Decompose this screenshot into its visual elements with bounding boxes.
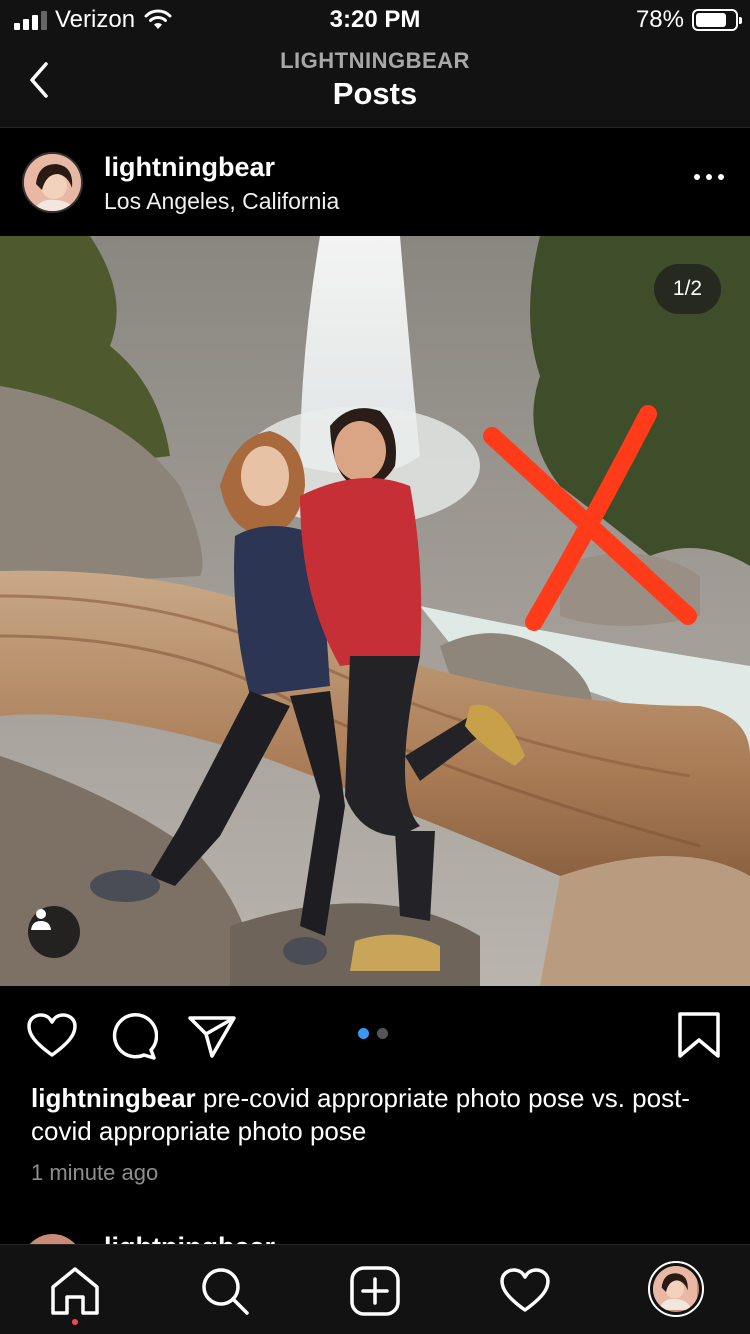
battery-group: 78% [635,6,742,34]
image-counter: 1/2 [654,264,721,314]
next-post-peek: lightningbear [0,1222,750,1244]
battery-icon [692,9,742,31]
more-horizontal-icon[interactable] [694,174,724,180]
comment-icon[interactable] [106,1010,158,1062]
status-bar: Verizon 3:20 PM 78% [0,0,750,40]
avatar[interactable] [22,152,83,213]
post-caption: lightningbear pre-covid appropriate phot… [31,1082,721,1148]
search-icon[interactable] [199,1265,251,1317]
share-icon[interactable] [186,1010,238,1062]
avatar[interactable] [22,1234,83,1244]
page-title: Posts [332,76,418,111]
nav-bar: LIGHTNINGBEAR Posts [0,40,750,128]
post-photo[interactable]: 1/2 [0,236,750,986]
person-tag-icon[interactable] [28,906,80,958]
nav-subtitle: LIGHTNINGBEAR [280,48,470,73]
post-timestamp: 1 minute ago [31,1160,159,1185]
profile-avatar[interactable] [648,1261,704,1317]
caption-username[interactable]: lightningbear [31,1083,196,1113]
post-header: lightningbear Los Angeles, California [0,128,750,236]
post-location[interactable]: Los Angeles, California [104,188,339,215]
home-notification-dot [72,1319,78,1325]
carousel-indicator [358,1028,388,1039]
tab-bar [0,1244,750,1334]
next-post-username[interactable]: lightningbear [104,1232,275,1244]
activity-icon[interactable] [499,1265,551,1317]
battery-percent: 78% [635,6,684,33]
heart-icon[interactable] [26,1010,78,1062]
carousel-dot-active [358,1028,369,1039]
new-post-icon[interactable] [349,1265,401,1317]
post-actions [0,986,750,1076]
photo-illustration [0,236,750,986]
carousel-dot [377,1028,388,1039]
bookmark-icon[interactable] [674,1010,726,1062]
post-username[interactable]: lightningbear [104,152,275,183]
home-icon[interactable] [49,1265,101,1317]
